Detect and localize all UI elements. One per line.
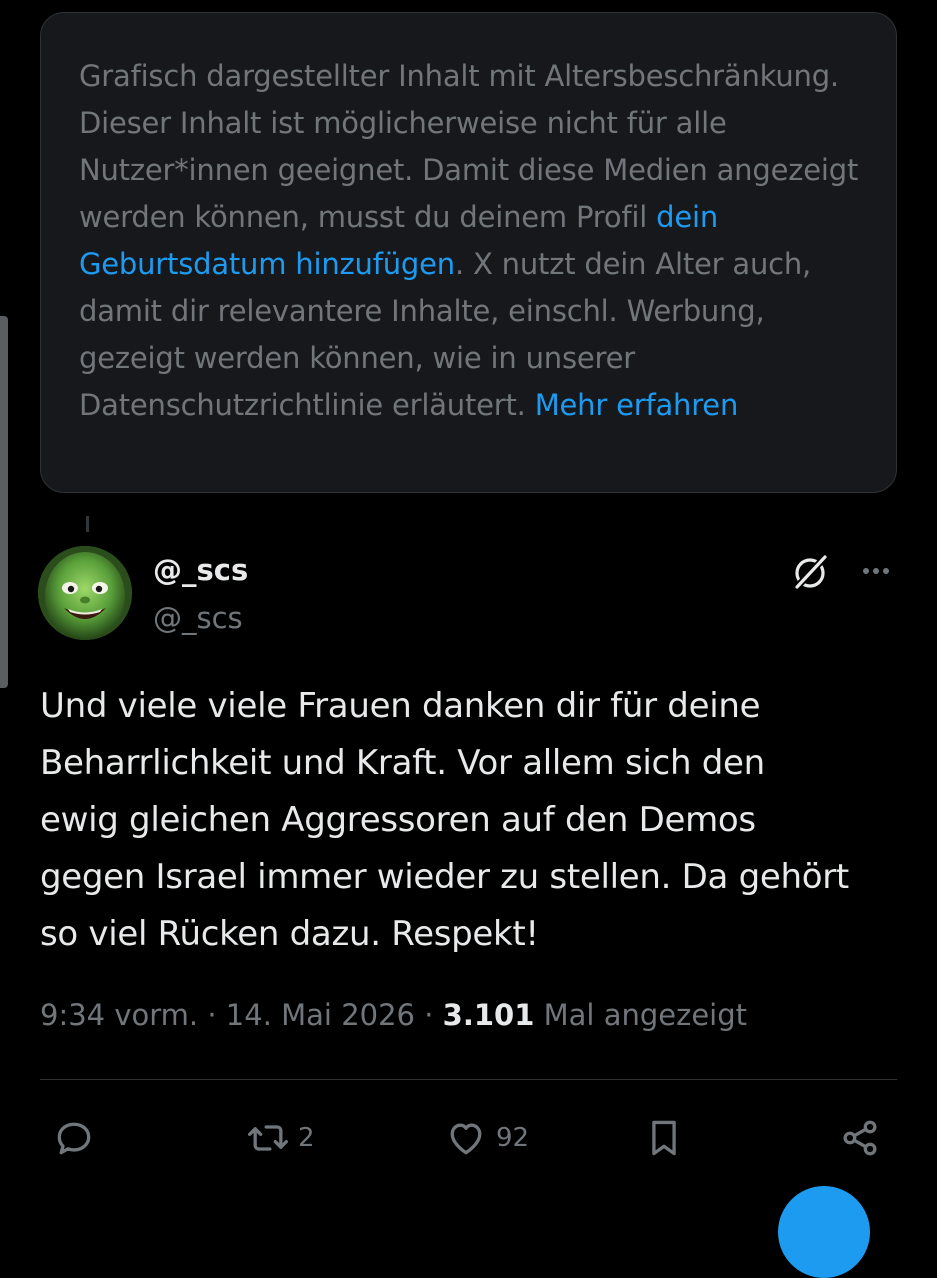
- display-name[interactable]: @_scs: [153, 553, 248, 587]
- meta-separator: ·: [198, 998, 226, 1032]
- learn-more-link[interactable]: Mehr erfahren: [535, 388, 739, 422]
- speech-bubble-icon: [52, 1116, 96, 1160]
- sensitive-content-warning: Grafisch dargestellter Inhalt mit Alters…: [40, 12, 897, 493]
- more-options-icon[interactable]: [858, 556, 898, 586]
- thread-connector-line: [86, 516, 89, 532]
- tweet-metadata: 9:34 vorm. · 14. Mai 2026 · 3.101 Mal an…: [40, 998, 747, 1032]
- share-icon: [838, 1116, 882, 1160]
- repost-icon: [246, 1116, 290, 1160]
- divider: [40, 1079, 897, 1080]
- scrollbar-handle[interactable]: [0, 316, 8, 688]
- repost-count: 2: [298, 1123, 315, 1153]
- bookmark-icon: [642, 1116, 686, 1160]
- bookmark-button[interactable]: [642, 1116, 686, 1160]
- warning-text: Grafisch dargestellter Inhalt mit Alters…: [79, 59, 859, 234]
- like-button[interactable]: 92: [444, 1116, 529, 1160]
- views-label: Mal angezeigt: [534, 998, 747, 1032]
- avatar[interactable]: [38, 546, 132, 640]
- tweet-text: Und viele viele Frauen danken dir für de…: [40, 686, 849, 954]
- meta-separator: ·: [415, 998, 443, 1032]
- tweet-time[interactable]: 9:34 vorm.: [40, 998, 198, 1032]
- user-handle[interactable]: @_scs: [153, 601, 243, 635]
- like-count: 92: [496, 1123, 530, 1153]
- reply-button[interactable]: [52, 1116, 96, 1160]
- share-button[interactable]: [838, 1116, 882, 1160]
- heart-icon: [444, 1116, 488, 1160]
- repost-button[interactable]: 2: [246, 1116, 315, 1160]
- tweet-date[interactable]: 14. Mai 2026: [226, 998, 415, 1032]
- views-count: 3.101: [442, 998, 535, 1032]
- grok-icon[interactable]: [791, 552, 831, 592]
